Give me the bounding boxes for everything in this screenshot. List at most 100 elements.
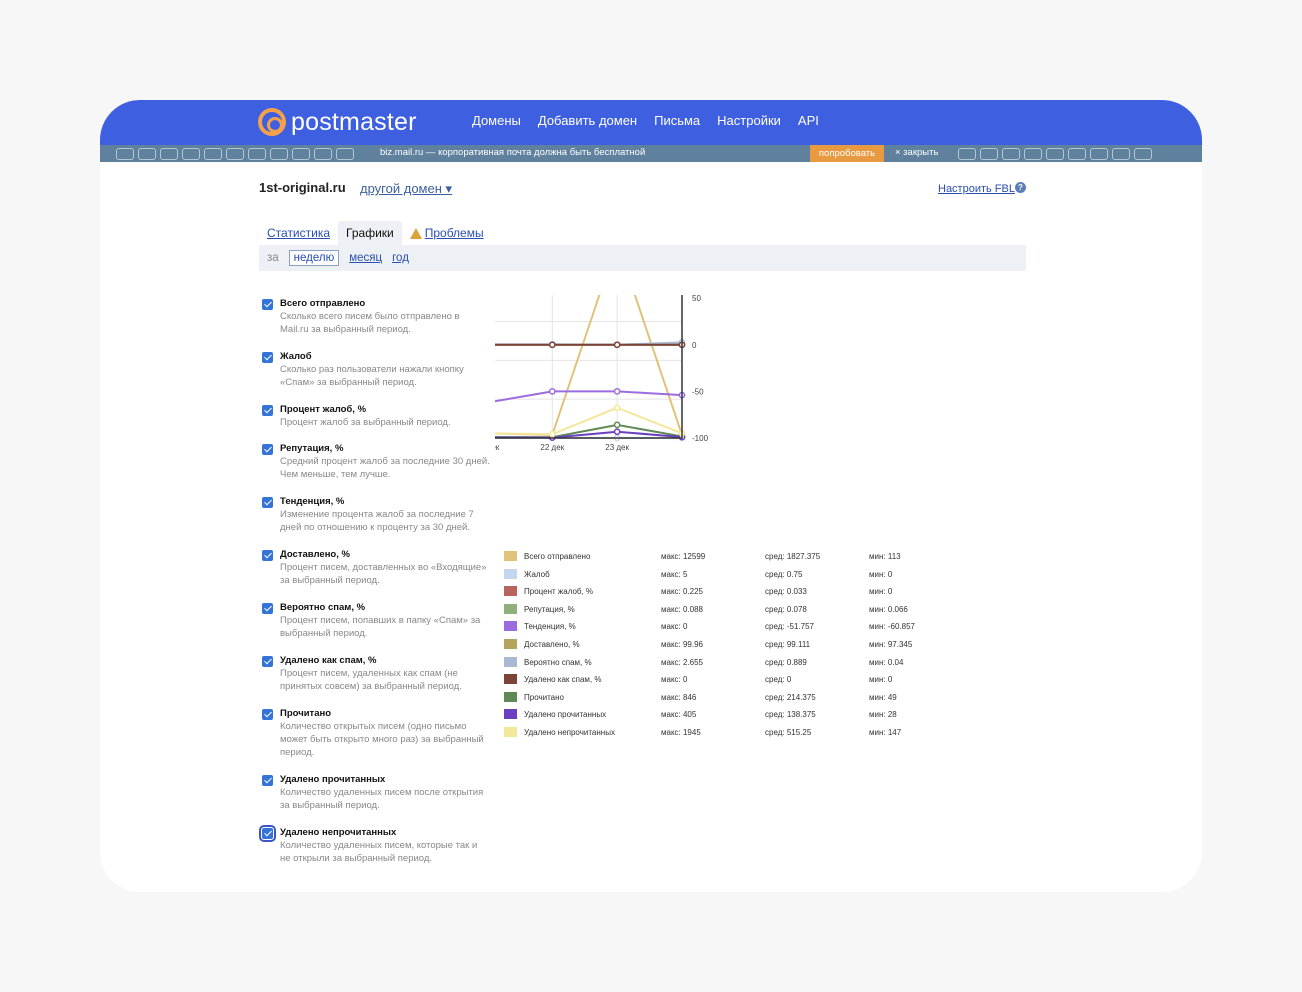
tab-statistics[interactable]: Статистика	[259, 221, 338, 245]
nav-settings[interactable]: Настройки	[717, 113, 781, 128]
paperclip-icon	[160, 147, 178, 160]
legend-min: мин: 49	[869, 692, 897, 702]
legend-min: мин: 147	[869, 727, 902, 737]
nav-api[interactable]: API	[798, 113, 819, 128]
legend-row: Репутация, % макс: 0.088 сред: 0.078 мин: 0…	[504, 602, 954, 620]
legend-min: мин: 0.04	[869, 657, 904, 667]
data-point	[613, 421, 621, 429]
metric-checkbox[interactable]	[262, 775, 273, 786]
help-icon[interactable]: ?	[1015, 182, 1026, 193]
chart-svg: 03 k5 k8 k10 k13 k15 k-100-5005010015017…	[208, 201, 709, 452]
data-point	[548, 341, 556, 349]
folder-icon	[1068, 147, 1086, 160]
chat-icon	[1090, 147, 1108, 160]
legend-avg: сред: 214.375	[765, 692, 816, 702]
period-month[interactable]: месяц	[349, 252, 382, 264]
tab-problems[interactable]: Проблемы	[402, 221, 492, 245]
legend-avg: сред: 138.375	[765, 710, 816, 720]
warning-icon	[409, 227, 422, 239]
period-year[interactable]: год	[392, 252, 409, 264]
legend-avg: сред: 0	[765, 675, 792, 685]
x-tick-label: 22 дек	[540, 443, 564, 452]
note-icon	[1134, 147, 1152, 160]
legend-label: Прочитано	[524, 692, 564, 702]
at-sign-icon	[258, 108, 286, 136]
metric-complaint-rate: Процент жалоб, % Процент жалоб за выбран…	[260, 403, 490, 442]
calendar-icon	[138, 147, 156, 160]
close-promo-button[interactable]: × закрыть	[895, 147, 938, 158]
metrics-list: Всего отправлено Сколько всего писем был…	[259, 297, 490, 879]
metric-title: Доставлено, %	[280, 549, 350, 560]
nav-add-domain[interactable]: Добавить домен	[538, 113, 637, 128]
legend-label: Тенденция, %	[524, 622, 576, 632]
metric-checkbox[interactable]	[262, 299, 273, 310]
promo-text[interactable]: biz.mail.ru — корпоративная почта должна…	[380, 147, 645, 158]
legend-min: мин: -60.857	[869, 622, 915, 632]
metric-description: Процент писем, удаленных как спам (не пр…	[280, 668, 462, 692]
nav-letters[interactable]: Письма	[654, 113, 700, 128]
y-right-tick-label: -50	[692, 387, 704, 396]
chart-legend: Всего отправлено макс: 12599 сред: 1827.37…	[504, 549, 954, 743]
star-icon	[336, 147, 354, 160]
configure-fbl-link[interactable]: Настроить FBL	[938, 183, 1015, 195]
main-nav: Домены Добавить домен Письма Настройки A…	[472, 113, 819, 128]
metric-title: Вероятно спам, %	[280, 602, 366, 613]
metric-checkbox[interactable]	[262, 497, 273, 508]
metric-checkbox[interactable]	[262, 550, 273, 561]
y-right-tick-label: 0	[692, 341, 697, 350]
legend-max: макс: 0.225	[661, 587, 704, 597]
legend-swatch	[504, 586, 517, 597]
period-week[interactable]: неделю	[288, 250, 340, 266]
folder-icon	[226, 147, 244, 160]
metric-checkbox[interactable]	[259, 825, 276, 842]
metric-checkbox[interactable]	[262, 656, 273, 667]
series-line	[227, 239, 683, 438]
legend-label: Доставлено, %	[524, 639, 580, 649]
metric-checkbox[interactable]	[262, 709, 273, 720]
envelope-icon	[958, 147, 976, 160]
legend-swatch	[504, 551, 517, 561]
metric-title: Всего отправлено	[280, 298, 366, 309]
calendar-icon	[980, 147, 998, 160]
legend-max: макс: 0.088	[661, 604, 704, 614]
legend-swatch	[504, 568, 517, 579]
legend-row: Тенденция, % макс: 0 сред: -51.757 мин: -60…	[504, 619, 954, 637]
metric-description: Сколько раз пользователи нажали кнопку «…	[280, 364, 464, 388]
legend-min: мин: 0	[869, 569, 893, 579]
try-button[interactable]: попробовать	[810, 145, 884, 162]
y-right-tick-label: -100	[692, 434, 709, 443]
legend-min: мин: 0	[869, 675, 893, 685]
metric-description: Процент писем, попавших в папку «Спам» з…	[280, 615, 481, 639]
data-point	[548, 430, 556, 438]
paperclip-icon	[1002, 147, 1020, 160]
note-icon	[292, 147, 310, 160]
postmaster-logo[interactable]: postmaster	[258, 106, 417, 138]
legend-max: макс: 5	[661, 569, 688, 579]
legend-max: макс: 0	[661, 622, 688, 632]
legend-swatch	[504, 674, 517, 685]
gear-icon	[1046, 147, 1064, 160]
other-domain-dropdown[interactable]: другой домен ▾	[360, 181, 452, 197]
legend-label: Удалено прочитанных	[524, 710, 607, 720]
legend-max: макс: 12599	[661, 552, 706, 561]
metric-probably-spam: Вероятно спам, % Процент писем, попавших…	[260, 601, 490, 654]
metric-description: Средний процент жалоб за последние 30 дн…	[280, 456, 490, 480]
decorative-icons-left	[116, 145, 354, 162]
legend-avg: сред: 0.033	[765, 587, 807, 597]
tab-charts[interactable]: Графики	[338, 221, 402, 245]
metric-checkbox[interactable]	[262, 603, 273, 614]
metric-sent: Всего отправлено Сколько всего писем был…	[260, 297, 490, 350]
metric-reputation: Репутация, % Средний процент жалоб за по…	[260, 442, 490, 495]
metric-checkbox[interactable]	[262, 444, 273, 455]
cloud-icon	[1112, 147, 1130, 160]
legend-swatch	[504, 621, 517, 632]
legend-swatch	[504, 603, 517, 614]
nav-domains[interactable]: Домены	[472, 113, 521, 128]
metric-description: Процент жалоб за выбранный период.	[280, 417, 451, 428]
metric-description: Процент писем, доставленных во «Входящие…	[280, 562, 487, 586]
legend-avg: сред: 0.078	[765, 604, 807, 614]
metric-checkbox[interactable]	[262, 405, 273, 416]
line-chart: 03 k5 k8 k10 k13 k15 k-100-5005010015017…	[208, 201, 1015, 545]
metric-title: Удалено как спам, %	[280, 655, 377, 666]
metric-checkbox[interactable]	[262, 352, 273, 363]
